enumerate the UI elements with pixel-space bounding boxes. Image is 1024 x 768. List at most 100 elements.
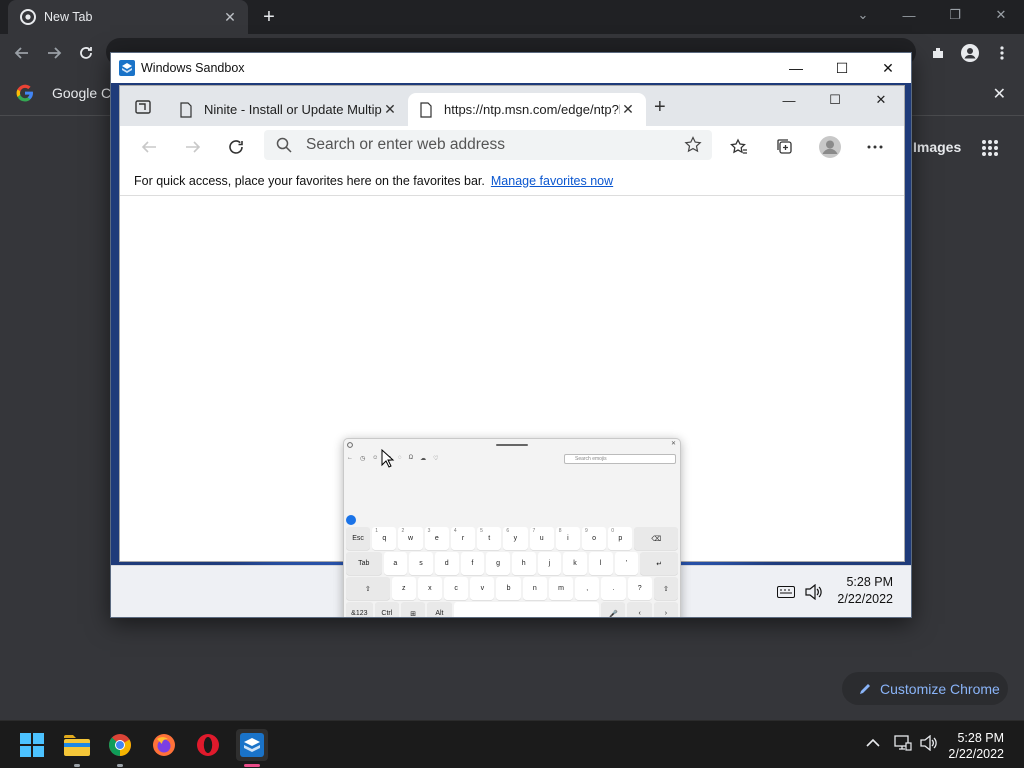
key[interactable]: ‹	[627, 602, 652, 617]
tab-actions-icon[interactable]	[134, 98, 152, 116]
manage-favorites-link[interactable]: Manage favorites now	[491, 174, 613, 188]
sandbox-clock[interactable]: 5:28 PM 2/22/2022	[837, 574, 893, 608]
extensions-icon[interactable]	[924, 39, 952, 67]
key[interactable]: ,	[575, 577, 600, 600]
taskbar-windows-sandbox[interactable]	[236, 729, 268, 767]
emoji-icon[interactable]: ☺	[372, 455, 378, 462]
edge-maximize-button[interactable]: ☐	[812, 86, 858, 114]
taskbar-chrome[interactable]	[104, 729, 136, 767]
sandbox-maximize-button[interactable]: ☐	[819, 53, 865, 83]
edge-tab-ntp[interactable]: https://ntp.msn.com/edge/ntp?l ✕	[408, 93, 646, 126]
key[interactable]: z	[391, 577, 416, 600]
taskbar-file-explorer[interactable]	[61, 729, 93, 767]
refresh-icon[interactable]	[221, 132, 251, 162]
start-button[interactable]	[16, 729, 48, 761]
key[interactable]: Esc	[346, 527, 371, 550]
reload-icon[interactable]	[72, 39, 100, 67]
key[interactable]: Ctrl	[374, 602, 399, 617]
volume-icon[interactable]	[805, 584, 823, 600]
ntp-images-link[interactable]: Images	[913, 139, 961, 155]
volume-icon[interactable]	[920, 735, 938, 751]
key[interactable]: l	[588, 552, 613, 575]
key[interactable]: &123	[346, 602, 373, 617]
key[interactable]: 7u	[529, 527, 554, 550]
network-icon[interactable]	[894, 735, 912, 751]
profile-icon[interactable]	[956, 39, 984, 67]
key[interactable]: g	[486, 552, 510, 575]
add-favorite-icon[interactable]	[684, 136, 702, 154]
taskbar-clock[interactable]: 5:28 PM 2/22/2022	[948, 730, 1004, 762]
key[interactable]: Tab	[346, 552, 382, 575]
key[interactable]: v	[470, 577, 495, 600]
key[interactable]: d	[434, 552, 459, 575]
key[interactable]: ⇧	[653, 577, 678, 600]
sandbox-close-button[interactable]: ✕	[865, 53, 911, 83]
back-icon[interactable]	[8, 39, 36, 67]
key[interactable]: 4r	[450, 527, 476, 550]
edge-close-button[interactable]: ✕	[858, 86, 904, 114]
key[interactable]: ⊞	[400, 602, 426, 617]
chevron-up-icon[interactable]	[866, 738, 880, 748]
customize-chrome-button[interactable]: Customize Chrome	[842, 672, 1008, 705]
key[interactable]: k	[563, 552, 587, 575]
collections-icon[interactable]	[770, 132, 800, 162]
heart-icon[interactable]: ♡	[433, 455, 438, 462]
key[interactable]: h	[511, 552, 536, 575]
tab-search-icon[interactable]: ⌄	[840, 0, 886, 30]
restore-button[interactable]: ❐	[932, 0, 978, 30]
back-icon[interactable]	[134, 132, 164, 162]
drag-handle[interactable]	[496, 444, 528, 446]
close-tab-icon[interactable]: ✕	[222, 9, 238, 25]
taskbar-firefox[interactable]	[148, 729, 180, 761]
key[interactable]: j	[537, 552, 562, 575]
keyboard-layout-badge[interactable]	[346, 515, 356, 525]
keyboard-icon[interactable]	[777, 586, 795, 598]
settings-icon[interactable]	[347, 442, 353, 448]
key[interactable]: 8i	[555, 527, 580, 550]
space-key[interactable]	[453, 602, 600, 617]
more-icon[interactable]	[860, 132, 890, 162]
forward-icon[interactable]	[178, 132, 208, 162]
emoji-search-input[interactable]: Search emojis	[564, 454, 676, 464]
edge-address-bar[interactable]: Search or enter web address	[264, 130, 712, 160]
key[interactable]: 6y	[503, 527, 528, 550]
close-window-button[interactable]: ✕	[978, 0, 1024, 30]
key[interactable]: 2w	[398, 527, 423, 550]
bookmark-google[interactable]: Google Ch	[16, 84, 119, 102]
key[interactable]: n	[522, 577, 547, 600]
sandbox-minimize-button[interactable]: —	[773, 53, 819, 83]
minimize-button[interactable]: —	[886, 0, 932, 30]
menu-icon[interactable]	[988, 39, 1016, 67]
key[interactable]: 3e	[424, 527, 449, 550]
symbols-icon[interactable]: Ω	[409, 455, 414, 462]
forward-icon[interactable]	[40, 39, 68, 67]
recent-icon[interactable]: ◷	[360, 455, 365, 462]
key[interactable]: 9o	[581, 527, 607, 550]
key[interactable]: Alt	[427, 602, 452, 617]
apps-grid-icon[interactable]	[981, 139, 999, 157]
key[interactable]: c	[444, 577, 469, 600]
favorites-icon[interactable]	[724, 132, 754, 162]
clipboard-icon[interactable]: ☁	[420, 455, 426, 462]
enter-key[interactable]: ↵	[640, 552, 679, 575]
profile-avatar-icon[interactable]	[815, 132, 845, 162]
key[interactable]: 🎤	[601, 602, 626, 617]
key[interactable]: ?	[627, 577, 652, 600]
key[interactable]: 1q	[372, 527, 397, 550]
key[interactable]: ›	[653, 602, 679, 617]
key[interactable]: ⇧	[346, 577, 390, 600]
key[interactable]: x	[417, 577, 443, 600]
edge-new-tab-button[interactable]: +	[654, 96, 666, 119]
chrome-tab-new-tab[interactable]: New Tab ✕	[8, 0, 248, 34]
taskbar-opera[interactable]	[192, 729, 224, 761]
backspace-key[interactable]: ⌫	[634, 527, 678, 550]
key[interactable]: .	[601, 577, 626, 600]
key[interactable]: m	[548, 577, 574, 600]
new-tab-button[interactable]: +	[256, 5, 282, 31]
kaomoji-icon[interactable]: ◌	[398, 455, 402, 462]
key[interactable]: s	[409, 552, 433, 575]
edge-minimize-button[interactable]: —	[766, 86, 812, 114]
close-icon[interactable]: ✕	[671, 440, 676, 447]
close-tab-icon[interactable]: ✕	[382, 101, 398, 118]
edge-tab-ninite[interactable]: Ninite - Install or Update Multipl ✕	[168, 93, 408, 126]
